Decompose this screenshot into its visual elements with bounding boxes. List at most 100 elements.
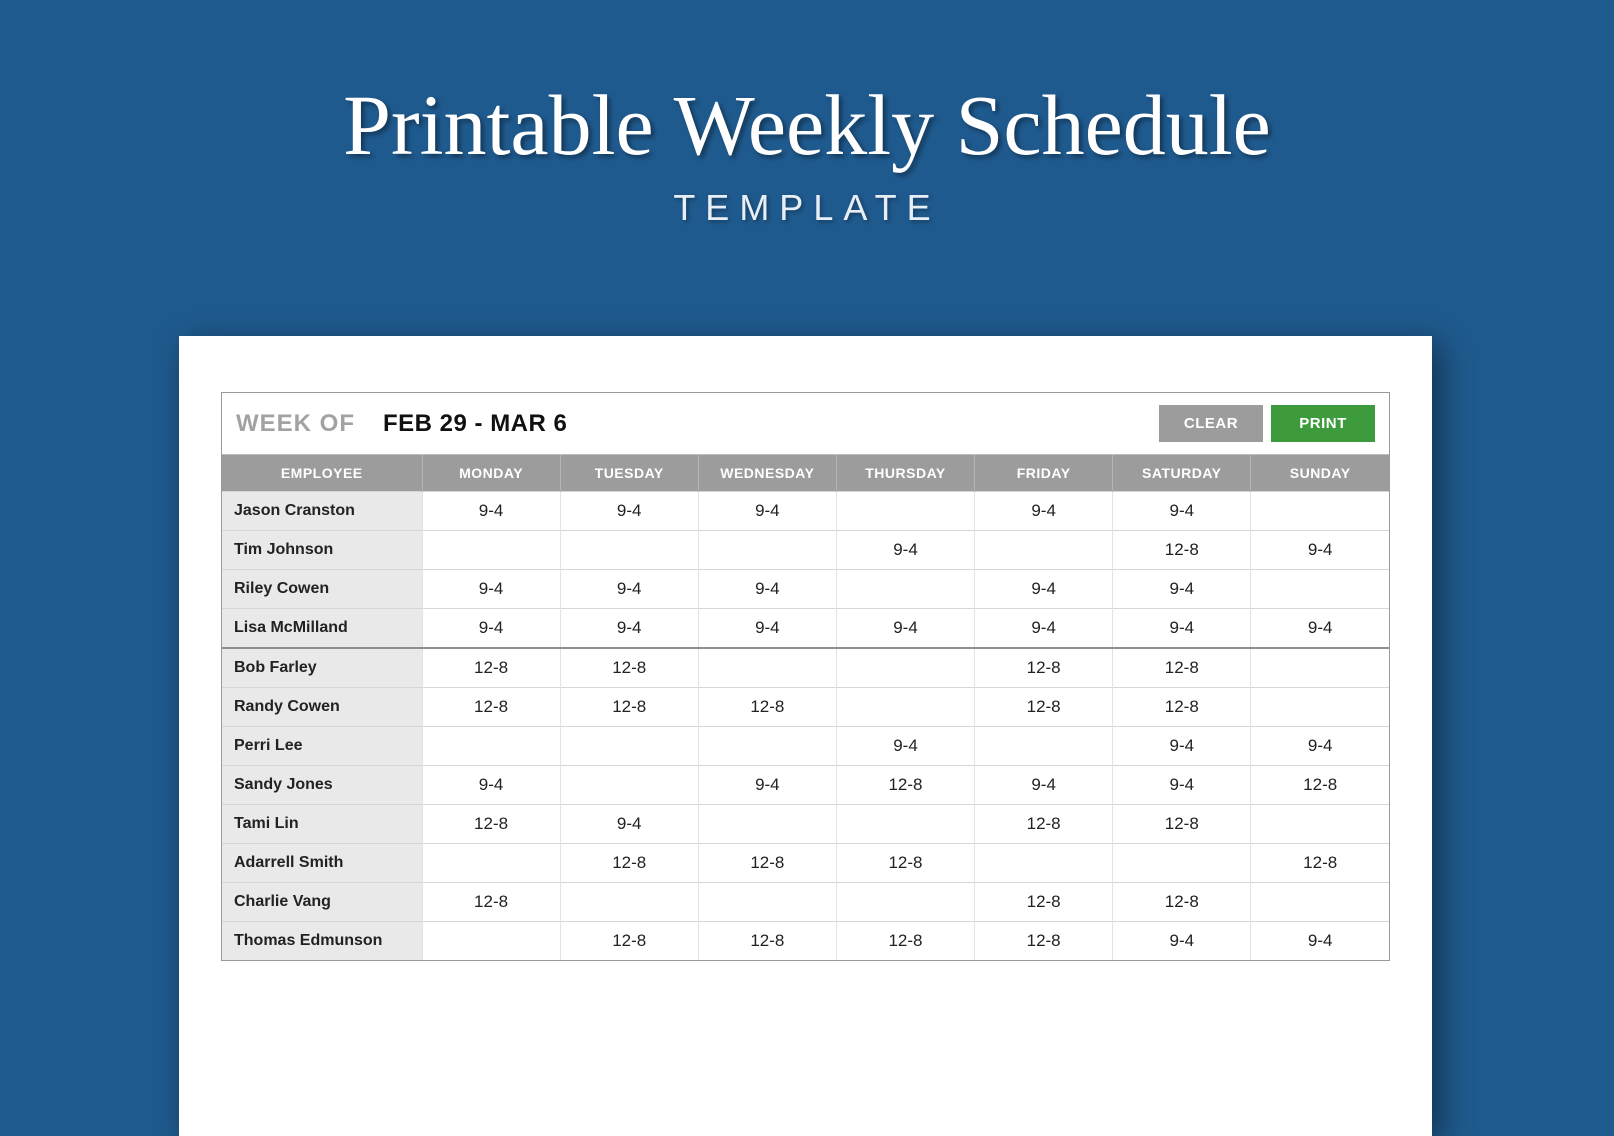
cell-monday bbox=[422, 531, 560, 570]
cell-thursday bbox=[836, 492, 974, 531]
cell-tuesday: 12-8 bbox=[560, 688, 698, 727]
cell-sunday: 9-4 bbox=[1251, 727, 1389, 766]
cell-monday: 9-4 bbox=[422, 609, 560, 649]
cell-sunday bbox=[1251, 492, 1389, 531]
week-range: FEB 29 - MAR 6 bbox=[383, 410, 567, 438]
cell-friday: 12-8 bbox=[975, 883, 1113, 922]
schedule-table: EMPLOYEE MONDAY TUESDAY WEDNESDAY THURSD… bbox=[222, 455, 1389, 960]
col-thursday: THURSDAY bbox=[836, 455, 974, 492]
cell-thursday: 12-8 bbox=[836, 844, 974, 883]
cell-thursday: 9-4 bbox=[836, 727, 974, 766]
cell-wednesday: 9-4 bbox=[698, 570, 836, 609]
cell-monday: 12-8 bbox=[422, 883, 560, 922]
cell-thursday bbox=[836, 805, 974, 844]
cell-friday: 12-8 bbox=[975, 648, 1113, 688]
table-row: Randy Cowen12-812-812-812-812-8 bbox=[222, 688, 1389, 727]
cell-thursday: 9-4 bbox=[836, 609, 974, 649]
table-row: Riley Cowen9-49-49-49-49-4 bbox=[222, 570, 1389, 609]
employee-name-cell: Sandy Jones bbox=[222, 766, 422, 805]
cell-wednesday bbox=[698, 727, 836, 766]
table-row: Jason Cranston9-49-49-49-49-4 bbox=[222, 492, 1389, 531]
cell-thursday: 12-8 bbox=[836, 766, 974, 805]
cell-saturday: 12-8 bbox=[1113, 688, 1251, 727]
table-header-row: EMPLOYEE MONDAY TUESDAY WEDNESDAY THURSD… bbox=[222, 455, 1389, 492]
employee-name-cell: Tami Lin bbox=[222, 805, 422, 844]
cell-tuesday bbox=[560, 883, 698, 922]
cell-friday bbox=[975, 531, 1113, 570]
cell-sunday: 9-4 bbox=[1251, 609, 1389, 649]
table-row: Charlie Vang12-812-812-8 bbox=[222, 883, 1389, 922]
col-tuesday: TUESDAY bbox=[560, 455, 698, 492]
cell-tuesday: 12-8 bbox=[560, 844, 698, 883]
table-row: Tim Johnson9-412-89-4 bbox=[222, 531, 1389, 570]
page-title: Printable Weekly Schedule bbox=[0, 75, 1614, 175]
cell-tuesday bbox=[560, 766, 698, 805]
table-row: Bob Farley12-812-812-812-8 bbox=[222, 648, 1389, 688]
cell-monday: 9-4 bbox=[422, 766, 560, 805]
col-friday: FRIDAY bbox=[975, 455, 1113, 492]
cell-friday: 9-4 bbox=[975, 766, 1113, 805]
cell-friday bbox=[975, 727, 1113, 766]
cell-wednesday: 9-4 bbox=[698, 609, 836, 649]
cell-tuesday bbox=[560, 531, 698, 570]
cell-tuesday: 9-4 bbox=[560, 570, 698, 609]
cell-friday bbox=[975, 844, 1113, 883]
table-row: Adarrell Smith12-812-812-812-8 bbox=[222, 844, 1389, 883]
cell-thursday bbox=[836, 883, 974, 922]
employee-name-cell: Charlie Vang bbox=[222, 883, 422, 922]
employee-name-cell: Adarrell Smith bbox=[222, 844, 422, 883]
cell-friday: 9-4 bbox=[975, 492, 1113, 531]
cell-saturday: 12-8 bbox=[1113, 883, 1251, 922]
table-row: Tami Lin12-89-412-812-8 bbox=[222, 805, 1389, 844]
cell-tuesday bbox=[560, 727, 698, 766]
cell-wednesday bbox=[698, 648, 836, 688]
col-sunday: SUNDAY bbox=[1251, 455, 1389, 492]
print-button[interactable]: PRINT bbox=[1271, 405, 1375, 442]
cell-thursday bbox=[836, 648, 974, 688]
schedule-paper: WEEK OF FEB 29 - MAR 6 CLEAR PRINT EMPLO… bbox=[179, 336, 1432, 1136]
employee-name-cell: Thomas Edmunson bbox=[222, 922, 422, 961]
cell-monday: 12-8 bbox=[422, 688, 560, 727]
cell-saturday: 12-8 bbox=[1113, 805, 1251, 844]
cell-sunday bbox=[1251, 648, 1389, 688]
cell-wednesday bbox=[698, 531, 836, 570]
cell-sunday bbox=[1251, 805, 1389, 844]
table-row: Thomas Edmunson12-812-812-812-89-49-4 bbox=[222, 922, 1389, 961]
cell-wednesday: 9-4 bbox=[698, 492, 836, 531]
cell-sunday: 9-4 bbox=[1251, 922, 1389, 961]
clear-button[interactable]: CLEAR bbox=[1159, 405, 1263, 442]
cell-saturday: 9-4 bbox=[1113, 609, 1251, 649]
cell-monday: 12-8 bbox=[422, 648, 560, 688]
cell-tuesday: 12-8 bbox=[560, 922, 698, 961]
col-saturday: SATURDAY bbox=[1113, 455, 1251, 492]
week-of-label: WEEK OF bbox=[236, 410, 355, 438]
cell-wednesday bbox=[698, 883, 836, 922]
cell-saturday: 9-4 bbox=[1113, 570, 1251, 609]
page-header: Printable Weekly Schedule TEMPLATE bbox=[0, 0, 1614, 229]
col-monday: MONDAY bbox=[422, 455, 560, 492]
table-row: Lisa McMilland9-49-49-49-49-49-49-4 bbox=[222, 609, 1389, 649]
page-subtitle: TEMPLATE bbox=[0, 187, 1614, 229]
cell-saturday bbox=[1113, 844, 1251, 883]
cell-saturday: 9-4 bbox=[1113, 727, 1251, 766]
cell-wednesday: 12-8 bbox=[698, 688, 836, 727]
cell-thursday: 9-4 bbox=[836, 531, 974, 570]
col-wednesday: WEDNESDAY bbox=[698, 455, 836, 492]
cell-monday bbox=[422, 922, 560, 961]
cell-saturday: 12-8 bbox=[1113, 531, 1251, 570]
cell-friday: 12-8 bbox=[975, 805, 1113, 844]
cell-saturday: 9-4 bbox=[1113, 922, 1251, 961]
schedule-container: WEEK OF FEB 29 - MAR 6 CLEAR PRINT EMPLO… bbox=[221, 392, 1390, 961]
cell-wednesday: 12-8 bbox=[698, 922, 836, 961]
cell-thursday bbox=[836, 688, 974, 727]
employee-name-cell: Randy Cowen bbox=[222, 688, 422, 727]
employee-name-cell: Riley Cowen bbox=[222, 570, 422, 609]
cell-friday: 12-8 bbox=[975, 688, 1113, 727]
cell-monday bbox=[422, 727, 560, 766]
table-body: Jason Cranston9-49-49-49-49-4Tim Johnson… bbox=[222, 492, 1389, 961]
employee-name-cell: Bob Farley bbox=[222, 648, 422, 688]
cell-sunday: 12-8 bbox=[1251, 766, 1389, 805]
cell-thursday bbox=[836, 570, 974, 609]
cell-saturday: 9-4 bbox=[1113, 766, 1251, 805]
employee-name-cell: Tim Johnson bbox=[222, 531, 422, 570]
